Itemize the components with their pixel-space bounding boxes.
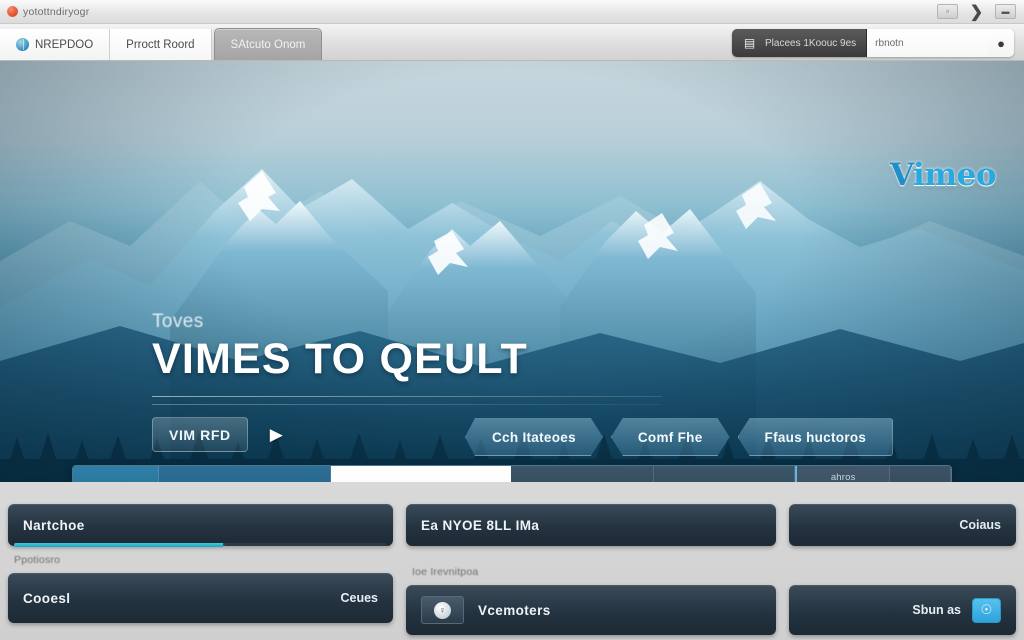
hero-divider-secondary xyxy=(152,404,662,405)
strip-cell-breyfahds[interactable]: Nanict BREYFAHDS ↵ xyxy=(511,466,655,482)
column-caption xyxy=(789,559,1016,585)
column-spacer xyxy=(406,546,776,559)
vimeo-logo-rest: imeo xyxy=(913,157,996,193)
card-right-label: Sbun as xyxy=(912,603,961,617)
hero-actions: VIM RFD ▶ xyxy=(152,417,283,452)
omnibox-button-label: Placees 1Koouc 9es xyxy=(765,37,857,49)
window-title: yotottndiryogr xyxy=(23,5,90,18)
title-bar-left: yotottndiryogr xyxy=(0,6,89,18)
globe-icon xyxy=(16,38,29,51)
hero-primary-button[interactable]: VIM RFD xyxy=(152,417,248,452)
tab-satcuto-onom[interactable]: SAtcuto Onom xyxy=(213,28,323,60)
omnibox-action-button[interactable]: ▤ Placees 1Koouc 9es xyxy=(732,29,868,57)
record-dot-icon xyxy=(7,6,18,17)
strip-cell-sub: ahros xyxy=(830,471,856,483)
close-button[interactable]: ▬ xyxy=(995,4,1016,19)
tab-label: SAtcuto Onom xyxy=(230,38,306,51)
hero-kicker: Toves xyxy=(152,311,204,332)
column-spacer xyxy=(789,546,1016,559)
card-label: Nartchoe xyxy=(23,517,85,533)
card-cooesl[interactable]: Cooesl Ceues xyxy=(8,573,393,623)
strip-cell-pnos-resiclls[interactable]: ahros PNOS RESICLLSR MIEreav Wsro xyxy=(795,466,891,483)
card-eanyoe[interactable]: Ea NYOE 8LL IMa xyxy=(406,504,776,546)
hero-chip-2[interactable]: Comf Fhe xyxy=(611,418,730,456)
card-coiaus[interactable]: Coiaus xyxy=(789,504,1016,546)
card-right-label: Ceues xyxy=(340,591,378,605)
strip-cell-counter[interactable]: Dh cw 0Ω 0Σ xyxy=(890,466,951,482)
hero-chip-group: Cch Itateoes Comf Fhe Ffaus huctoros xyxy=(465,418,894,456)
folder-icon: ▤ xyxy=(743,36,756,50)
bottom-column-2: Ea NYOE 8LL IMa Ioe Irevnitpoa ♀ Vcemote… xyxy=(406,504,776,635)
card-nartchoe[interactable]: Nartchoe xyxy=(8,504,393,546)
card-right-label: Coiaus xyxy=(959,518,1001,532)
tab-label: Prroctt Roord xyxy=(126,38,195,51)
card-label: Cooesl xyxy=(23,590,71,606)
card-sbunas[interactable]: Sbun as ☉ xyxy=(789,585,1016,635)
strip-nav-prev[interactable]: ➞ xyxy=(73,466,160,482)
tab-nrepdoo[interactable]: NREPDOO xyxy=(0,29,111,60)
bottom-column-1: Nartchoe Ppotiosro Cooesl Ceues xyxy=(8,504,393,635)
minimize-button[interactable]: ▫ xyxy=(937,4,958,19)
chat-bubble-icon[interactable]: ☉ xyxy=(972,597,1001,623)
hero-title: VIMES TO QEULT xyxy=(152,335,528,383)
vimeo-logo: Vimeo xyxy=(890,157,996,193)
column-caption: Ppotiosro xyxy=(14,554,61,566)
card-label: Vcemoters xyxy=(478,602,551,618)
avatar-initial: ♀ xyxy=(434,601,451,619)
tab-strip: NREPDOO Prroctt Roord SAtcuto Onom ▤ Pla… xyxy=(0,24,1024,61)
hero-copy: Toves VIMES TO QEULT xyxy=(152,311,852,405)
card-label: Ea NYOE 8LL IMa xyxy=(421,517,540,533)
bottom-column-3: Coiaus Sbun as ☉ xyxy=(789,504,1016,635)
browser-window: yotottndiryogr ▫ ❯ ▬ NREPDOO Prroctt Roo… xyxy=(0,0,1024,640)
tab-prroctt-roord[interactable]: Prroctt Roord xyxy=(110,29,212,60)
vimeo-logo-initial: V xyxy=(890,157,914,193)
window-controls: ▫ ❯ ▬ xyxy=(937,4,1024,21)
bookmark-icon[interactable]: ● xyxy=(988,29,1014,57)
tab-label: NREPDOO xyxy=(35,38,94,51)
hero-banner: Vimeo Toves VIMES TO QEULT VIM RFD ▶ Cch… xyxy=(0,61,1024,482)
bottom-panel: Nartchoe Ppotiosro Cooesl Ceues Ea NYOE … xyxy=(0,482,1024,640)
play-icon[interactable]: ▶ xyxy=(270,425,283,445)
address-input[interactable]: rbnotn xyxy=(867,29,988,57)
column-caption: Ioe Irevnitpoa xyxy=(412,566,479,578)
strip-cell-pill[interactable]: R/T4ß xyxy=(331,466,512,482)
hero-chip-1[interactable]: Cch Itateoes xyxy=(465,418,603,456)
feature-strip: ➞ Cat Saod VENIGCIS R/T4ß Nanict BREYFAH… xyxy=(72,465,952,482)
hero-chip-3[interactable]: Ffaus huctoros xyxy=(737,418,894,456)
strip-cell-venigcis[interactable]: Cat Saod VENIGCIS xyxy=(159,466,332,482)
strip-cell-counbessc[interactable]: Gouta COUNBESSC ʃ xyxy=(654,466,796,482)
maximize-button[interactable]: ❯ xyxy=(966,4,987,21)
hero-divider xyxy=(152,396,662,397)
avatar-icon: ♀ xyxy=(421,596,464,624)
title-bar: yotottndiryogr ▫ ❯ ▬ xyxy=(0,0,1024,24)
omnibox: ▤ Placees 1Koouc 9es rbnotn ● xyxy=(732,29,1014,57)
card-vcemoters[interactable]: ♀ Vcemoters xyxy=(406,585,776,635)
